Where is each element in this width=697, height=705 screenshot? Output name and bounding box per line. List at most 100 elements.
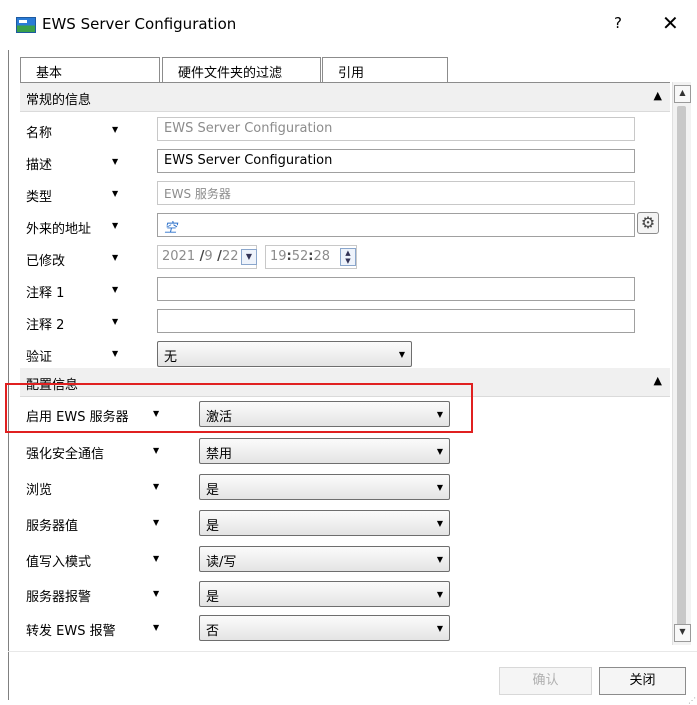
dropdown-arrow-icon: ▼ bbox=[398, 350, 405, 359]
row-label: 浏览 bbox=[26, 483, 53, 498]
time-spinner[interactable]: ▲ ▼ bbox=[340, 248, 356, 266]
chevron-down-icon[interactable]: ▼ bbox=[112, 125, 118, 134]
scrollbar-thumb[interactable] bbox=[677, 106, 686, 626]
scroll-up-icon[interactable]: ▲ bbox=[674, 85, 691, 103]
row-modified: 已修改 ▼ 2021 /9 /22 ▼ 19:52:28 ▲ ▼ bbox=[20, 242, 670, 274]
highlight-box bbox=[5, 383, 473, 433]
row-label: 服务器报警 bbox=[26, 590, 92, 605]
time-second: 28 bbox=[313, 249, 331, 264]
dropdown-arrow-icon: ▼ bbox=[436, 519, 443, 528]
dropdown-arrow-icon: ▼ bbox=[436, 555, 443, 564]
row-server-alarms: 服务器报警 ▼ 是 ▼ bbox=[20, 578, 670, 610]
chevron-down-icon[interactable]: ▼ bbox=[112, 285, 118, 294]
foreign-address-field[interactable]: 空 bbox=[157, 213, 635, 237]
dropdown-arrow-icon: ▼ bbox=[436, 590, 443, 599]
gear-icon[interactable]: ⚙ bbox=[637, 212, 659, 234]
section-title: 常规的信息 bbox=[26, 93, 92, 108]
select-value: 无 bbox=[164, 350, 178, 365]
row-label: 注释 1 bbox=[26, 286, 65, 301]
browse-select[interactable]: 是 ▼ bbox=[199, 474, 450, 500]
section-header-general[interactable]: 常规的信息 ▲ bbox=[20, 83, 670, 112]
chevron-down-icon[interactable]: ▼ bbox=[112, 317, 118, 326]
scroll-down-icon[interactable]: ▼ bbox=[674, 624, 691, 642]
dropdown-arrow-icon: ▼ bbox=[436, 624, 443, 633]
chevron-down-icon[interactable]: ▼ bbox=[153, 518, 159, 527]
chevron-up-icon[interactable]: ▲ bbox=[654, 374, 662, 387]
server-values-select[interactable]: 是 ▼ bbox=[199, 510, 450, 536]
chevron-down-icon[interactable]: ▼ bbox=[153, 446, 159, 455]
row-label: 已修改 bbox=[26, 254, 66, 269]
title-bar: EWS Server Configuration ? ✕ bbox=[0, 0, 697, 50]
row-browse: 浏览 ▼ 是 ▼ bbox=[20, 471, 670, 503]
verification-select[interactable]: 无 ▼ bbox=[157, 341, 412, 367]
tab-basic[interactable]: 基本 bbox=[20, 57, 160, 82]
vertical-scrollbar[interactable]: ▲ ▼ bbox=[672, 82, 691, 645]
row-name: 名称 ▼ EWS Server Configuration bbox=[20, 114, 670, 146]
select-value: 否 bbox=[206, 624, 220, 639]
date-year: 2021 bbox=[162, 249, 196, 264]
type-field: EWS 服务器 bbox=[157, 181, 635, 205]
help-button[interactable]: ? bbox=[614, 14, 622, 32]
note-1-field[interactable] bbox=[157, 277, 635, 301]
row-type: 类型 ▼ EWS 服务器 bbox=[20, 178, 670, 210]
dialog-left-border bbox=[8, 50, 9, 700]
row-label: 转发 EWS 报警 bbox=[26, 624, 116, 639]
close-window-button[interactable]: ✕ bbox=[662, 11, 679, 35]
row-label: 描述 bbox=[26, 158, 53, 173]
select-value: 禁用 bbox=[206, 447, 233, 462]
dropdown-arrow-icon: ▼ bbox=[436, 447, 443, 456]
footer-divider bbox=[8, 651, 697, 652]
dropdown-arrow-icon: ▼ bbox=[436, 483, 443, 492]
spin-up-icon[interactable]: ▲ bbox=[341, 249, 355, 257]
close-button[interactable]: 关闭 bbox=[599, 667, 686, 695]
row-label: 强化安全通信 bbox=[26, 447, 105, 462]
chevron-down-icon[interactable]: ▼ bbox=[153, 623, 159, 632]
chevron-down-icon[interactable]: ▼ bbox=[112, 189, 118, 198]
row-foreign-address: 外来的地址 ▼ 空 ⚙ bbox=[20, 210, 670, 242]
note-2-field[interactable] bbox=[157, 309, 635, 333]
row-description: 描述 ▼ EWS Server Configuration bbox=[20, 146, 670, 178]
select-value: 是 bbox=[206, 483, 220, 498]
forward-ews-alarms-select[interactable]: 否 ▼ bbox=[199, 615, 450, 641]
row-label: 服务器值 bbox=[26, 519, 79, 534]
row-value-write-mode: 值写入模式 ▼ 读/写 ▼ bbox=[20, 543, 670, 575]
row-label: 注释 2 bbox=[26, 318, 65, 333]
chevron-down-icon[interactable]: ▼ bbox=[112, 253, 118, 262]
description-field[interactable]: EWS Server Configuration bbox=[157, 149, 635, 173]
value-write-mode-select[interactable]: 读/写 ▼ bbox=[199, 546, 450, 572]
name-field: EWS Server Configuration bbox=[157, 117, 635, 141]
time-minute: 52 bbox=[291, 249, 309, 264]
tab-hardware-folder-filter[interactable]: 硬件文件夹的过滤 bbox=[162, 57, 321, 82]
select-value: 读/写 bbox=[206, 555, 237, 570]
confirm-button[interactable]: 确认 bbox=[499, 667, 592, 695]
chevron-down-icon[interactable]: ▼ bbox=[112, 349, 118, 358]
tab-references[interactable]: 引用 bbox=[322, 57, 448, 82]
chevron-up-icon[interactable]: ▲ bbox=[654, 89, 662, 102]
server-alarms-select[interactable]: 是 ▼ bbox=[199, 581, 450, 607]
row-label: 名称 bbox=[26, 126, 53, 141]
calendar-dropdown-icon[interactable]: ▼ bbox=[241, 249, 257, 265]
row-enhanced-secure-comm: 强化安全通信 ▼ 禁用 ▼ bbox=[20, 435, 670, 467]
chevron-down-icon[interactable]: ▼ bbox=[153, 589, 159, 598]
select-value: 是 bbox=[206, 590, 220, 605]
row-forward-ews-alarms: 转发 EWS 报警 ▼ 否 ▼ bbox=[20, 612, 670, 644]
property-grid: 常规的信息 ▲ 名称 ▼ EWS Server Configuration 描述… bbox=[20, 82, 670, 646]
row-note-1: 注释 1 ▼ bbox=[20, 274, 670, 306]
row-label: 值写入模式 bbox=[26, 555, 92, 570]
select-value: 是 bbox=[206, 519, 220, 534]
date-day: 22 bbox=[221, 249, 239, 264]
row-label: 验证 bbox=[26, 350, 53, 365]
chevron-down-icon[interactable]: ▼ bbox=[153, 482, 159, 491]
enhanced-secure-comm-select[interactable]: 禁用 ▼ bbox=[199, 438, 450, 464]
row-label: 类型 bbox=[26, 190, 53, 205]
chevron-down-icon[interactable]: ▼ bbox=[153, 554, 159, 563]
spin-down-icon[interactable]: ▼ bbox=[341, 257, 355, 265]
chevron-down-icon[interactable]: ▼ bbox=[112, 221, 118, 230]
window-title: EWS Server Configuration bbox=[42, 15, 237, 33]
date-month: 9 bbox=[204, 249, 213, 264]
ews-app-icon bbox=[16, 17, 36, 33]
row-server-values: 服务器值 ▼ 是 ▼ bbox=[20, 507, 670, 539]
chevron-down-icon[interactable]: ▼ bbox=[112, 157, 118, 166]
row-label: 外来的地址 bbox=[26, 222, 92, 237]
row-note-2: 注释 2 ▼ bbox=[20, 306, 670, 338]
